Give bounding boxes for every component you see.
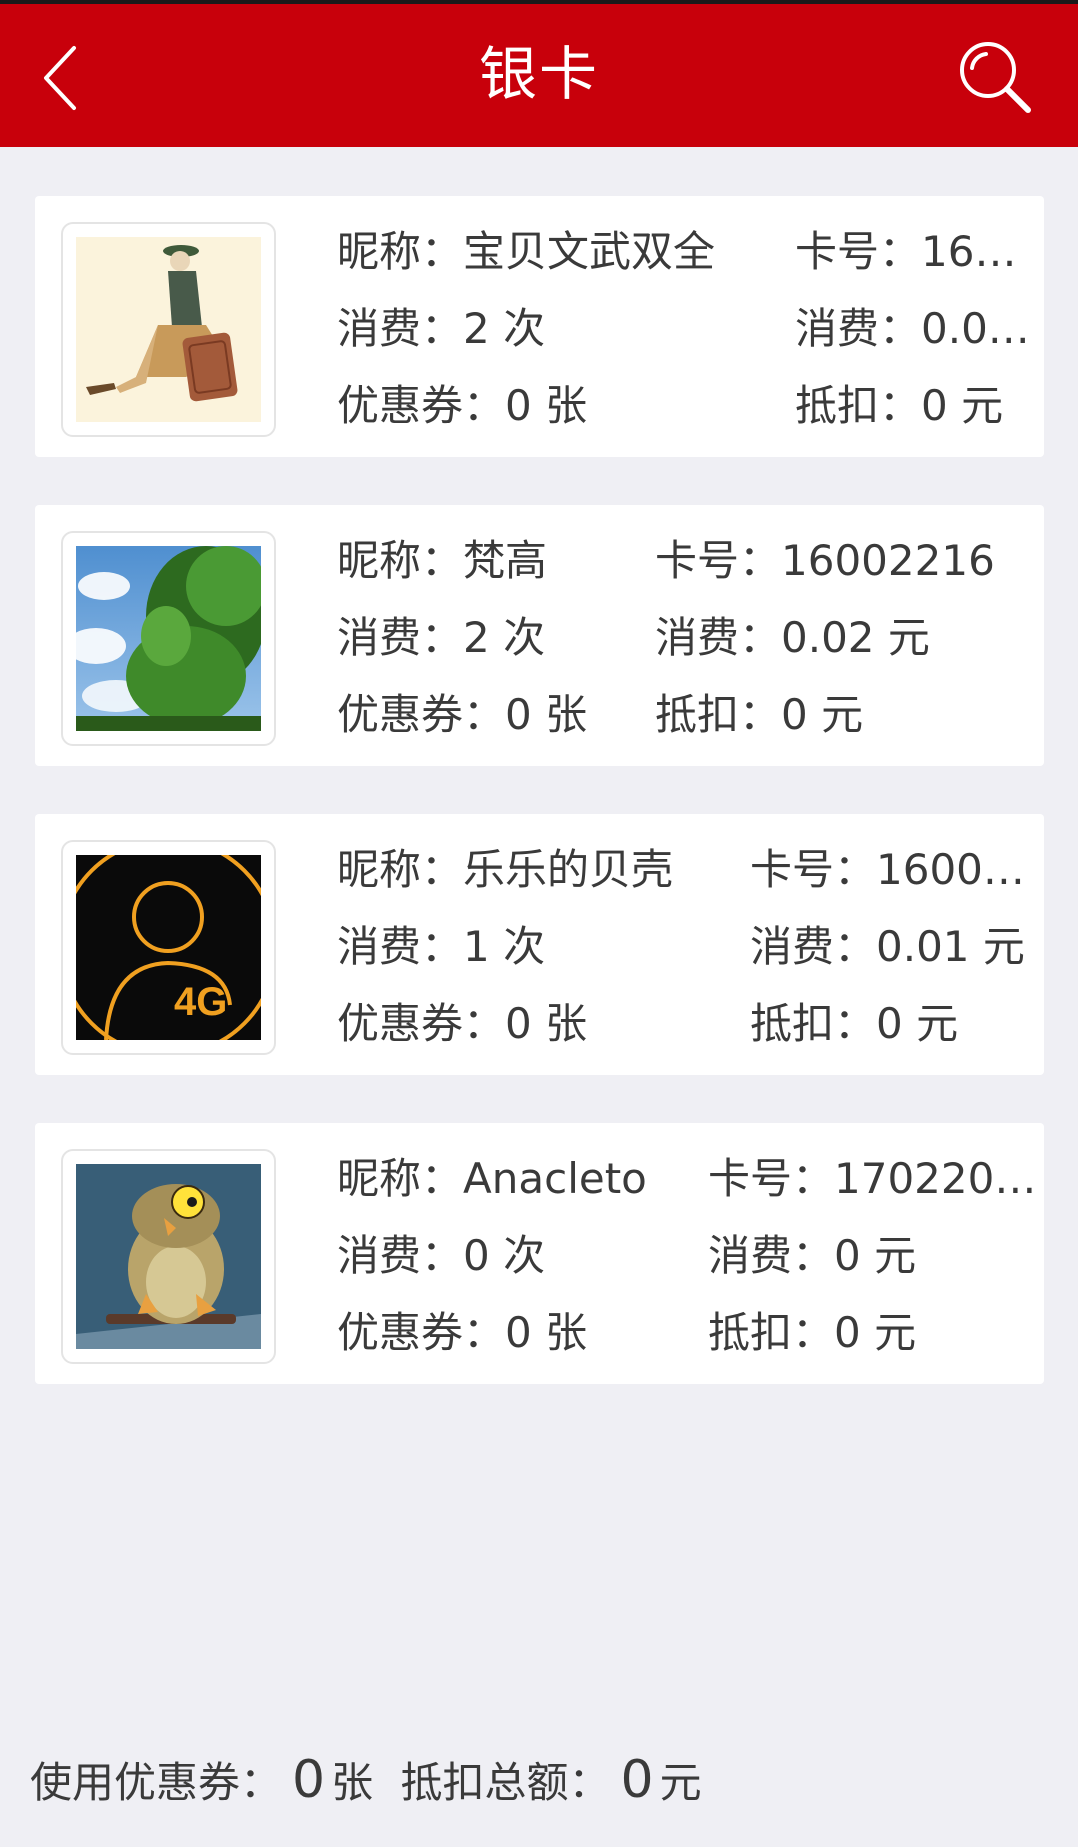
visit-count: 消费：2 次	[337, 613, 546, 662]
coupon-count: 优惠券：0 张	[337, 381, 588, 430]
avatar-frame: 4G	[61, 840, 276, 1055]
card-number: 卡号：16002216	[655, 536, 995, 585]
spend-amount: 消费：0.02 元	[655, 613, 930, 662]
spend-amount: 消费：0.01 元	[750, 922, 1025, 971]
member-card[interactable]: 昵称：梵高 卡号：16002216 消费：2 次 消费：0.02 元 优惠券：0…	[35, 505, 1044, 766]
avatar: 4G	[76, 855, 261, 1040]
coupon-count: 优惠券：0 张	[337, 999, 588, 1048]
nickname: 昵称：宝贝文武双全	[337, 227, 716, 276]
coupon-count: 优惠券：0 张	[337, 1308, 588, 1357]
deduct-amount: 抵扣：0 元	[708, 1308, 917, 1357]
nickname: 昵称：乐乐的贝壳	[337, 845, 674, 894]
deduct-amount: 抵扣：0 元	[795, 381, 1004, 430]
card-number: 卡号：170220…	[708, 1154, 1037, 1203]
page-title: 银卡	[478, 40, 599, 108]
coupon-used-value: 0	[292, 1750, 326, 1810]
search-icon[interactable]	[956, 38, 1034, 116]
spend-amount: 消费：0 元	[708, 1231, 917, 1280]
nav-bar: 银卡	[0, 4, 1078, 147]
avatar	[76, 546, 261, 731]
deduct-total-unit: 元	[659, 1758, 702, 1807]
avatar	[76, 237, 261, 422]
card-number: 卡号：16…	[795, 227, 1017, 276]
visit-count: 消费：2 次	[337, 304, 546, 353]
avatar-frame	[61, 1149, 276, 1364]
nickname: 昵称：Anacleto	[337, 1154, 647, 1203]
visit-count: 消费：0 次	[337, 1231, 546, 1280]
coupon-used-label: 使用优惠券：	[30, 1758, 283, 1807]
avatar-frame	[61, 222, 276, 437]
4g-label: 4G	[174, 980, 227, 1024]
visit-count: 消费：1 次	[337, 922, 546, 971]
summary-bar: 使用优惠券： 0 张 抵扣总额： 0 元	[30, 1752, 702, 1811]
spend-amount: 消费：0.0…	[795, 304, 1030, 353]
avatar-frame	[61, 531, 276, 746]
deduct-amount: 抵扣：0 元	[655, 690, 864, 739]
deduct-amount: 抵扣：0 元	[750, 999, 959, 1048]
nickname: 昵称：梵高	[337, 536, 548, 585]
member-card[interactable]: 昵称：宝贝文武双全 卡号：16… 消费：2 次 消费：0.0… 优惠券：0 张 …	[35, 196, 1044, 457]
card-number: 卡号：1600…	[750, 845, 1025, 894]
coupon-used-unit: 张	[331, 1758, 374, 1807]
coupon-count: 优惠券：0 张	[337, 690, 588, 739]
deduct-total-value: 0	[620, 1750, 654, 1810]
avatar	[76, 1164, 261, 1349]
deduct-total-label: 抵扣总额：	[400, 1758, 611, 1807]
member-card[interactable]: 4G 昵称：乐乐的贝壳 卡号：1600… 消费：1 次 消费：0.01 元 优惠…	[35, 814, 1044, 1075]
member-card[interactable]: 昵称：Anacleto 卡号：170220… 消费：0 次 消费：0 元 优惠券…	[35, 1123, 1044, 1384]
